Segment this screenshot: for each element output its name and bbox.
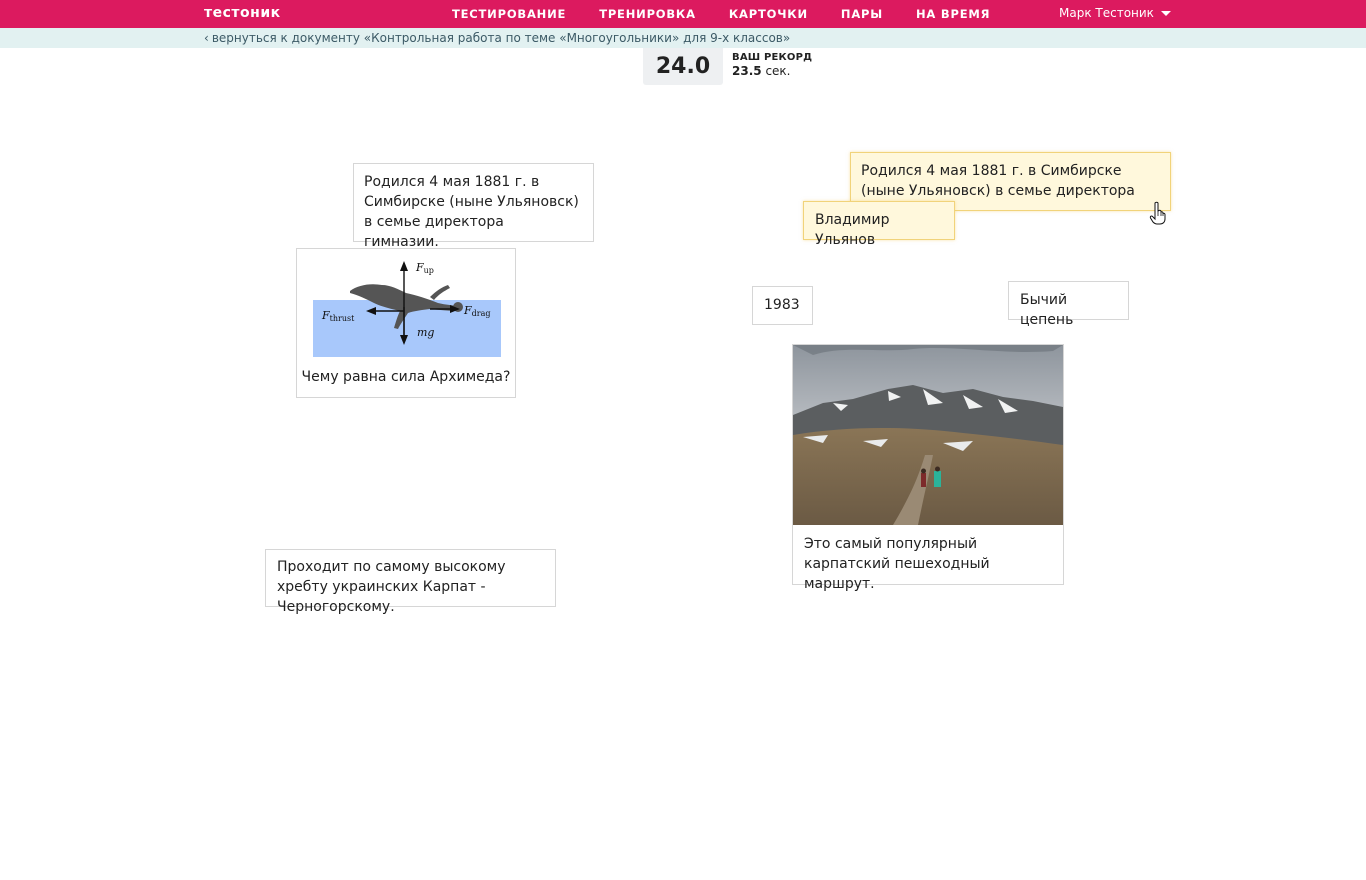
mountain-photo: [793, 345, 1063, 525]
caret-down-icon: [1160, 11, 1171, 16]
card-caption: Это самый популярный карпатский пешеходн…: [804, 536, 990, 592]
pair-card-year[interactable]: 1983: [752, 286, 813, 325]
record-unit: сек.: [765, 64, 791, 78]
hand-pointer-icon: [1149, 201, 1166, 225]
record-value-line: 23.5 сек.: [732, 64, 812, 78]
pair-card-tapeworm[interactable]: Бычий цепень: [1008, 281, 1129, 328]
record-label: ВАШ РЕКОРД: [732, 52, 813, 63]
pair-card-ridge[interactable]: Проходит по самому высокому хребту украи…: [265, 549, 556, 615]
best-record: ВАШ РЕКОРД 23.5 сек.: [732, 52, 812, 78]
hiker-two: [934, 471, 941, 487]
back-link-label: вернуться к документу «Контрольная работ…: [211, 31, 791, 45]
nav-item-cards[interactable]: КАРТОЧКИ: [729, 7, 808, 21]
hiker-one-head: [921, 468, 926, 474]
swimmer-forces-image: Fup Fthrust Fdrag mg: [313, 261, 501, 357]
chevron-left-icon: ‹: [204, 31, 209, 45]
back-to-document-link[interactable]: ‹ вернуться к документу «Контрольная раб…: [204, 31, 790, 45]
nav-item-pairs[interactable]: ПАРЫ: [841, 7, 883, 21]
pair-card-vladimir-ulyanov[interactable]: Владимир Ульянов: [803, 201, 955, 248]
nav-item-testing[interactable]: ТЕСТИРОВАНИЕ: [452, 7, 566, 21]
user-name: Марк Тестоник: [1059, 6, 1154, 20]
pair-card-carpathian-route[interactable]: Это самый популярный карпатский пешеходн…: [792, 344, 1064, 592]
label-f-up: Fup: [415, 261, 434, 275]
timer-display: 24.0: [643, 48, 723, 85]
card-text: Проходит по самому высокому хребту украи…: [277, 559, 506, 615]
card-text: Владимир Ульянов: [815, 212, 890, 248]
main-nav: ТЕСТИРОВАНИЕ ТРЕНИРОВКА КАРТОЧКИ ПАРЫ НА…: [452, 7, 1023, 21]
card-caption: Чему равна сила Архимеда?: [301, 369, 511, 385]
label-mg: mg: [417, 326, 434, 339]
nav-item-training[interactable]: ТРЕНИРОВКА: [599, 7, 696, 21]
hiker-one: [921, 473, 926, 487]
card-text: Родился 4 мая 1881 г. в Симбирске (ныне …: [364, 174, 579, 250]
app-logo[interactable]: тестоник: [204, 5, 281, 21]
breadcrumb-bar: ‹ вернуться к документу «Контрольная раб…: [0, 28, 1366, 48]
record-value: 23.5: [732, 64, 762, 78]
card-text: Бычий цепень: [1020, 292, 1074, 328]
arrow-up-head: [400, 261, 408, 271]
user-menu[interactable]: Марк Тестоник: [1059, 6, 1171, 20]
swimmer-arm: [430, 285, 450, 300]
top-navigation-bar: тестоник ТЕСТИРОВАНИЕ ТРЕНИРОВКА КАРТОЧК…: [0, 0, 1366, 28]
hiker-two-head: [935, 466, 940, 472]
pair-card-archimedes[interactable]: Fup Fthrust Fdrag mg Чему равна сила Арх…: [296, 248, 516, 398]
pair-card-born-text[interactable]: Родился 4 мая 1881 г. в Симбирске (ныне …: [353, 163, 594, 250]
card-text: 1983: [764, 297, 800, 313]
nav-item-timed[interactable]: НА ВРЕМЯ: [916, 7, 990, 21]
